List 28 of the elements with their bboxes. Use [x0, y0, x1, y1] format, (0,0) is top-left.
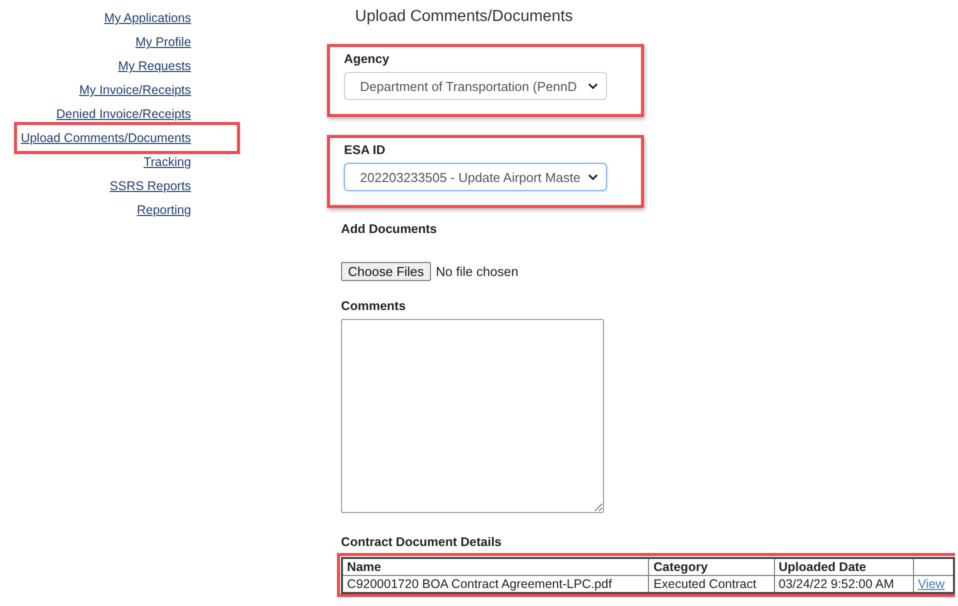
sidebar-link[interactable]: SSRS Reports [110, 179, 192, 193]
section-title: Contract Document Details [341, 535, 502, 549]
table-cell: 03/24/22 9:52:00 AM [778, 577, 894, 591]
dropdown[interactable]: 202203233505 - Update Airport Maste [344, 163, 608, 191]
comments-field[interactable] [341, 319, 604, 513]
sidebar-link[interactable]: My Requests [118, 59, 192, 73]
column-header: Name [347, 560, 382, 574]
sidebar-link[interactable]: Denied Invoice/Receipts [56, 107, 192, 121]
sidebar-link[interactable]: Upload Comments/Documents [16, 125, 238, 151]
page-title: Upload Comments/Documents [355, 8, 573, 26]
field-label: Add Documents [341, 222, 437, 236]
chevron-down-icon [588, 174, 598, 180]
field-label: Comments [341, 299, 406, 313]
dropdown[interactable]: Department of Transportation (PennD [344, 72, 608, 100]
sidebar-link[interactable]: My Invoice/Receipts [79, 83, 192, 97]
sidebar-link[interactable]: Reporting [136, 203, 192, 217]
table-cell: C920001720 BOA Contract Agreement-LPC.pdf [347, 577, 612, 591]
sidebar-link[interactable]: Tracking [144, 155, 192, 169]
field-label: ESA ID [344, 143, 386, 157]
table-cell: Executed Contract [653, 577, 756, 591]
choose-files-button[interactable]: Choose Files [341, 262, 431, 281]
column-header: Uploaded Date [778, 560, 866, 574]
field-label: Agency [344, 52, 390, 66]
sidebar-link[interactable]: My Applications [104, 11, 192, 25]
column-header: Category [653, 560, 708, 574]
chevron-down-icon [588, 82, 598, 90]
file-status: No file chosen [436, 264, 518, 279]
sidebar-link[interactable]: My Profile [135, 35, 192, 49]
